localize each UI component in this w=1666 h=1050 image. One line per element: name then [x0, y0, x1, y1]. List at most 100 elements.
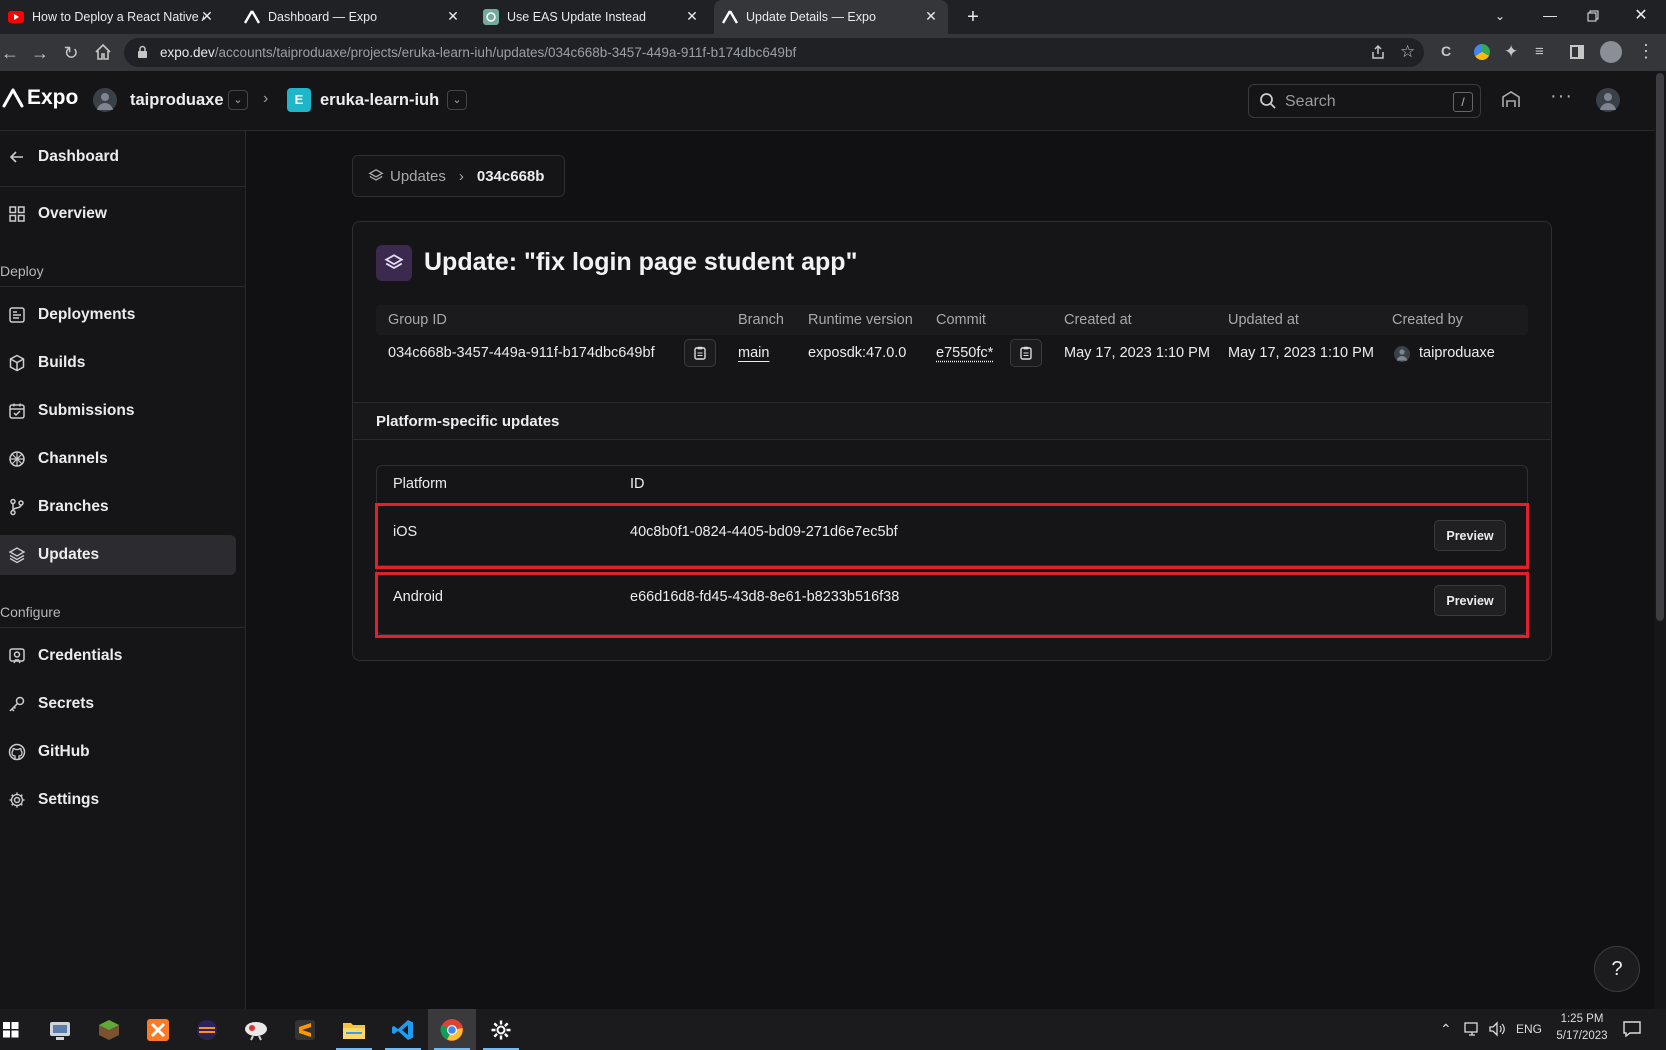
feedback-icon[interactable]: [1500, 89, 1522, 116]
sidebar-item-submissions[interactable]: Submissions: [0, 391, 236, 431]
home-icon[interactable]: [93, 43, 113, 63]
account-switcher-chevron-icon[interactable]: ⌄: [228, 90, 248, 110]
media-icon[interactable]: ≡: [1535, 43, 1544, 60]
extension-icon[interactable]: C: [1441, 43, 1451, 59]
settings-app-icon[interactable]: [477, 1009, 525, 1050]
close-icon[interactable]: ✕: [446, 9, 460, 23]
search-icon: [1259, 92, 1277, 115]
sidebar-item-overview[interactable]: Overview: [0, 194, 236, 234]
minimize-icon[interactable]: —: [1540, 6, 1560, 26]
git-branch-icon: [7, 497, 27, 517]
arrow-left-icon: [7, 147, 27, 167]
sidebar-item-branches[interactable]: Branches: [0, 487, 236, 527]
highlight-box-android: [375, 572, 1529, 638]
volume-icon[interactable]: [1488, 1021, 1506, 1042]
runtime-version-value: exposdk:47.0.0: [808, 345, 907, 361]
clock-date[interactable]: 5/17/2023: [1550, 1030, 1614, 1042]
sidebar-item-github[interactable]: GitHub: [0, 732, 236, 772]
network-icon[interactable]: [1464, 1021, 1482, 1042]
input-language[interactable]: ENG: [1516, 1022, 1542, 1036]
browser-tab-active[interactable]: Update Details — Expo ✕: [714, 0, 948, 34]
browser-menu-icon[interactable]: ⋮: [1637, 41, 1655, 61]
browser-toolbar: ← → ↻ expo.dev/accounts/taiproduaxe/proj…: [0, 34, 1666, 71]
creator-avatar: [1394, 346, 1410, 362]
restore-icon[interactable]: [1583, 6, 1603, 26]
search-input[interactable]: Search /: [1248, 84, 1481, 118]
header-group-id: Group ID: [388, 312, 447, 328]
tab-search-icon[interactable]: ⌄: [1490, 6, 1510, 26]
account-name[interactable]: taiproduaxe: [130, 91, 224, 110]
grid-icon: [7, 204, 27, 224]
submissions-icon: [7, 401, 27, 421]
bookmark-star-icon[interactable]: ☆: [1400, 42, 1415, 62]
eclipse-app-icon[interactable]: [183, 1009, 231, 1050]
tab-title: Dashboard — Expo: [268, 10, 378, 24]
window-close-icon[interactable]: ✕: [1631, 6, 1651, 26]
extension-icon[interactable]: [1474, 44, 1490, 60]
sidebar-item-builds[interactable]: Builds: [0, 343, 236, 383]
sidebar-section-deploy: Deploy: [0, 263, 44, 279]
expo-logo[interactable]: Expo: [2, 86, 78, 110]
account-avatar: [93, 88, 117, 112]
sidebar-item-updates[interactable]: Updates: [0, 535, 236, 575]
column-header-id: ID: [630, 476, 645, 492]
notification-icon[interactable]: [1622, 1019, 1642, 1044]
sidebar-item-secrets[interactable]: Secrets: [0, 684, 236, 724]
breadcrumb-link-updates[interactable]: Updates: [390, 168, 446, 185]
user-avatar[interactable]: [1596, 88, 1620, 112]
project-name[interactable]: eruka-learn-iuh: [320, 91, 439, 110]
clock-time[interactable]: 1:25 PM: [1556, 1013, 1608, 1025]
project-switcher-chevron-icon[interactable]: ⌄: [447, 90, 467, 110]
chevron-right-icon: ›: [263, 90, 269, 107]
close-icon[interactable]: ✕: [924, 9, 938, 23]
sidebar-item-credentials[interactable]: Credentials: [0, 636, 236, 676]
tab-title: How to Deploy a React Native Ap: [32, 10, 204, 24]
clipboard-icon: [1020, 346, 1032, 360]
forward-icon[interactable]: →: [30, 43, 50, 63]
more-options-icon[interactable]: ···: [1550, 85, 1573, 108]
help-button[interactable]: ?: [1594, 946, 1640, 992]
sidebar: Dashboard Overview Deploy Deployments Bu…: [0, 131, 246, 1009]
share-icon[interactable]: [1370, 44, 1386, 65]
app-header: Expo taiproduaxe ⌄ › E eruka-learn-iuh ⌄…: [0, 71, 1666, 131]
created-by-value[interactable]: taiproduaxe: [1419, 345, 1495, 361]
browser-tab[interactable]: How to Deploy a React Native Ap ✕: [0, 0, 224, 34]
channels-icon: [7, 449, 27, 469]
sidebar-item-label: Updates: [38, 546, 100, 563]
cloud-app-icon[interactable]: [232, 1009, 280, 1050]
close-icon[interactable]: ✕: [200, 9, 214, 23]
browser-tab[interactable]: Use EAS Update Instead ✕: [475, 0, 709, 34]
column-header-platform: Platform: [393, 476, 447, 492]
sidebar-item-channels[interactable]: Channels: [0, 439, 236, 479]
scrollbar-thumb[interactable]: [1656, 73, 1664, 621]
browser-tab[interactable]: Dashboard — Expo ✕: [236, 0, 470, 34]
reload-icon[interactable]: ↻: [61, 43, 81, 63]
new-tab-button[interactable]: +: [962, 6, 984, 28]
back-icon[interactable]: ←: [0, 43, 20, 63]
branch-link[interactable]: main: [738, 345, 769, 361]
tray-chevron-up-icon[interactable]: ⌃: [1440, 1021, 1452, 1038]
highlight-box-ios: [375, 503, 1529, 569]
copy-commit-button[interactable]: [1010, 339, 1042, 367]
file-explorer-app-icon[interactable]: [330, 1009, 378, 1050]
scrollbar[interactable]: [1654, 71, 1666, 1009]
chrome-app-icon[interactable]: [428, 1009, 476, 1050]
address-bar[interactable]: expo.dev/accounts/taiproduaxe/projects/e…: [124, 38, 1424, 67]
puzzle-icon[interactable]: ✦: [1504, 42, 1518, 62]
copy-group-id-button[interactable]: [684, 339, 716, 367]
sidebar-item-label: Submissions: [38, 402, 135, 419]
profile-avatar[interactable]: [1600, 41, 1622, 63]
sidebar-back-dashboard[interactable]: Dashboard: [0, 137, 236, 177]
file-manager-app-icon[interactable]: [36, 1009, 84, 1050]
side-panel-icon[interactable]: [1570, 45, 1584, 59]
close-icon[interactable]: ✕: [685, 9, 699, 23]
page-title: Update: "fix login page student app": [424, 248, 858, 276]
minecraft-app-icon[interactable]: [85, 1009, 133, 1050]
windows-start-icon[interactable]: [0, 1009, 22, 1050]
sublime-text-app-icon[interactable]: [281, 1009, 329, 1050]
xampp-app-icon[interactable]: [134, 1009, 182, 1050]
vscode-app-icon[interactable]: [379, 1009, 427, 1050]
sidebar-item-settings[interactable]: Settings: [0, 780, 236, 820]
commit-link[interactable]: e7550fc*: [936, 345, 993, 361]
sidebar-item-deployments[interactable]: Deployments: [0, 295, 236, 335]
